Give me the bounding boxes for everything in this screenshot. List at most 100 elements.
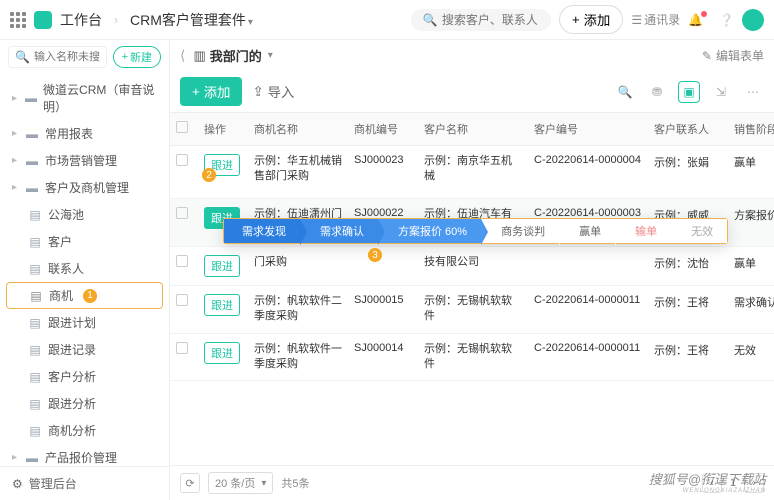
edit-form-link[interactable]: ✎ 编辑表单	[702, 47, 764, 64]
cell-customer-code: C-20220614-0000011	[534, 294, 642, 306]
sidebar-item[interactable]: ▤跟进计划	[0, 309, 169, 336]
cell-name: 示例：华五机械销售部门采购	[254, 154, 342, 185]
book-icon: ▥	[193, 48, 205, 64]
column-header[interactable]: 客户编号	[528, 113, 648, 145]
sidebar-item[interactable]: ▸▬市场营销管理	[0, 147, 169, 174]
caret-icon: ▸	[12, 155, 17, 166]
sidebar-item[interactable]: ▤客户	[0, 228, 169, 255]
column-header[interactable]: 商机编号	[348, 113, 418, 145]
column-header[interactable]: 客户联系人	[648, 113, 728, 145]
app-logo	[34, 11, 52, 29]
table-row[interactable]: 跟进示例：帆软软件一季度采购SJ000014示例：无锡帆软软件C-2022061…	[170, 334, 774, 382]
sidebar-item[interactable]: ▸▬常用报表	[0, 120, 169, 147]
sidebar-item[interactable]: ▤公海池	[0, 201, 169, 228]
cell-name: 示例：帆软软件一季度采购	[254, 342, 342, 373]
cell-name: 示例：帆软软件二季度采购	[254, 294, 342, 325]
row-checkbox[interactable]	[176, 342, 188, 354]
cell-stage: 无效	[734, 342, 774, 358]
help-icon[interactable]: ❔	[719, 13, 734, 27]
search-icon[interactable]: 🔍	[614, 81, 636, 103]
cell-code: SJ000015	[354, 294, 412, 306]
sheet-icon: ▤	[28, 344, 42, 356]
advance-button[interactable]: 跟进	[204, 255, 240, 277]
sidebar-item-label: 商机	[49, 287, 73, 304]
row-checkbox[interactable]	[176, 294, 188, 306]
folder-icon: ▬	[25, 128, 39, 140]
plus-icon: +	[122, 51, 128, 63]
row-checkbox[interactable]	[176, 154, 188, 166]
caret-icon: ▸	[12, 93, 17, 104]
avatar[interactable]	[742, 9, 764, 31]
sidebar-item-label: 市场营销管理	[45, 152, 117, 169]
add-record-button[interactable]: +添加	[180, 77, 242, 106]
cell-customer: 技有限公司	[424, 255, 522, 270]
stage-step[interactable]: 需求确认	[300, 219, 378, 243]
row-checkbox[interactable]	[176, 255, 188, 267]
column-header[interactable]: 操作	[198, 113, 248, 145]
table-row[interactable]: 跟进2示例：华五机械销售部门采购SJ000023示例：南京华五机械C-20220…	[170, 146, 774, 199]
sidebar-item-label: 产品报价管理	[45, 449, 117, 466]
global-search[interactable]: 🔍	[411, 9, 551, 31]
panel-toggle-icon[interactable]: ▣	[678, 81, 700, 103]
advance-button[interactable]: 跟进	[204, 342, 240, 364]
annotation-badge: 2	[202, 168, 216, 182]
notifications-icon[interactable]: 🔔	[688, 13, 711, 27]
new-button[interactable]: +新建	[113, 46, 161, 68]
sidebar-item-label: 联系人	[48, 260, 84, 277]
import-icon: ⇪	[252, 84, 263, 100]
sheet-icon: ▤	[28, 425, 42, 437]
stage-step[interactable]: 商务谈判	[481, 219, 559, 243]
sheet-icon: ▤	[28, 209, 42, 221]
more-icon[interactable]: ⋯	[742, 81, 764, 103]
column-header[interactable]: 客户名称	[418, 113, 528, 145]
admin-link[interactable]: ⚙ 管理后台	[0, 466, 169, 500]
import-button[interactable]: ⇪导入	[252, 82, 294, 101]
sidebar-item-label: 客户及商机管理	[45, 179, 129, 196]
select-all-checkbox[interactable]	[176, 121, 188, 133]
breadcrumb-suite[interactable]: CRM客户管理套件▾	[130, 10, 253, 30]
sidebar-item[interactable]: ▤商机分析	[0, 417, 169, 444]
sidebar: 🔍 +新建 ▸▬微道云CRM（审音说明）▸▬常用报表▸▬市场营销管理▸▬客户及商…	[0, 40, 170, 500]
stage-progress-popover[interactable]: 需求发现需求确认方案报价 60%商务谈判赢单输单无效	[223, 218, 728, 244]
row-checkbox[interactable]	[176, 207, 188, 219]
collapse-sidebar-icon[interactable]: ⟨	[180, 47, 185, 64]
page-size-select[interactable]: 20 条/页▾	[208, 472, 273, 494]
stage-step[interactable]: 需求发现	[224, 219, 300, 243]
plus-icon: +	[572, 12, 580, 27]
filter-icon[interactable]: ⛃	[646, 81, 668, 103]
sidebar-search-input[interactable]	[34, 51, 100, 63]
column-header[interactable]: 销售阶段	[728, 113, 774, 145]
contacts-icon: ☰	[631, 13, 642, 27]
sidebar-item[interactable]: ▸▬微道云CRM（审音说明）	[0, 76, 169, 120]
refresh-icon[interactable]: ⟳	[180, 473, 200, 493]
main-area: ⟨ ▥ 我部门的 ▾ ✎ 编辑表单 +添加 ⇪导入 🔍 ⛃ ▣ ⇲ ⋯ 操作商机…	[170, 40, 774, 500]
breadcrumb-root[interactable]: 工作台	[60, 10, 102, 30]
app-launcher-icon[interactable]	[10, 12, 26, 28]
stage-step[interactable]: 赢单	[559, 219, 615, 243]
sidebar-search[interactable]: 🔍	[8, 46, 107, 68]
contacts-link[interactable]: ☰通讯录	[631, 11, 680, 28]
sidebar-item[interactable]: ▤客户分析	[0, 363, 169, 390]
table-row[interactable]: 跟进门采购技有限公司示例：沈怡赢单	[170, 247, 774, 286]
scope-selector[interactable]: ▥ 我部门的 ▾	[193, 46, 272, 65]
cell-customer: 示例：无锡帆软软件	[424, 294, 522, 325]
table-row[interactable]: 跟进示例：帆软软件二季度采购 SJ000015 示例：无锡帆软软件 C-2022061…	[170, 286, 774, 334]
column-header[interactable]	[170, 113, 198, 144]
sidebar-item[interactable]: ▤跟进分析	[0, 390, 169, 417]
sidebar-item[interactable]: ▤商机1	[6, 282, 163, 309]
advance-button[interactable]: 跟进	[204, 294, 240, 316]
sidebar-item[interactable]: ▸▬产品报价管理	[0, 444, 169, 466]
sidebar-item[interactable]: ▸▬客户及商机管理	[0, 174, 169, 201]
sidebar-item-label: 跟进分析	[48, 395, 96, 412]
sidebar-item[interactable]: ▤联系人	[0, 255, 169, 282]
watermark: 搜狐号@衔逞下载站 WENLONGXIAZAIZHAN	[649, 469, 766, 494]
share-icon[interactable]: ⇲	[710, 81, 732, 103]
global-search-input[interactable]	[442, 13, 539, 27]
column-header[interactable]: 商机名称	[248, 113, 348, 145]
stage-step[interactable]: 方案报价 60%	[378, 219, 481, 243]
annotation-badge: 1	[83, 289, 97, 303]
stage-step[interactable]: 无效	[671, 219, 727, 243]
stage-step[interactable]: 输单	[615, 219, 671, 243]
add-button[interactable]: +添加	[559, 5, 623, 34]
sidebar-item[interactable]: ▤跟进记录	[0, 336, 169, 363]
